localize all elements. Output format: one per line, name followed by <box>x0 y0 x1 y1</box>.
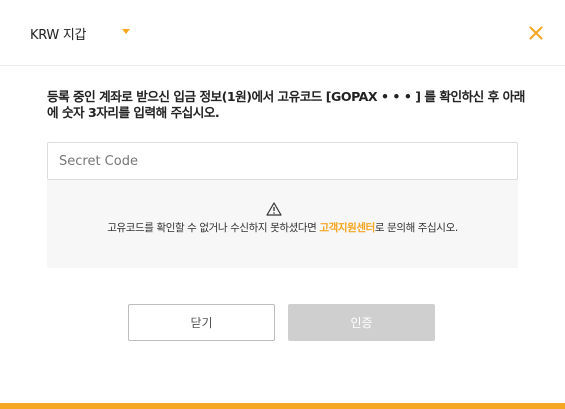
notice-box: 고유코드를 확인할 수 없거나 수신하지 못하셨다면 고객지원센터로 문의해 주… <box>47 180 518 268</box>
close-icon[interactable] <box>529 26 543 40</box>
wallet-dropdown[interactable]: KRW 지갑 <box>30 22 130 44</box>
notice-text-after: 로 문의해 주십시오. <box>374 222 458 234</box>
close-button[interactable]: 닫기 <box>128 304 275 341</box>
verify-button[interactable]: 인증 <box>288 304 435 341</box>
notice-text-before: 고유코드를 확인할 수 없거나 수신하지 못하셨다면 <box>107 222 320 234</box>
accent-bar <box>0 403 565 409</box>
caret-down-icon <box>122 29 130 34</box>
krw-verify-modal: KRW 지갑 등록 중인 계좌로 받으신 입금 정보(1원)에서 고유코드 [G… <box>0 0 565 409</box>
warning-icon <box>266 202 282 216</box>
instruction-text: 등록 중인 계좌로 받으신 입금 정보(1원)에서 고유코드 [GOPAX • … <box>47 89 525 120</box>
notice-text: 고유코드를 확인할 수 없거나 수신하지 못하셨다면 고객지원센터로 문의해 주… <box>47 220 518 235</box>
modal-header: KRW 지갑 <box>0 0 565 66</box>
support-center-link[interactable]: 고객지원센터 <box>319 222 375 234</box>
wallet-label: KRW 지갑 <box>30 27 87 43</box>
secret-code-input[interactable] <box>47 142 518 180</box>
